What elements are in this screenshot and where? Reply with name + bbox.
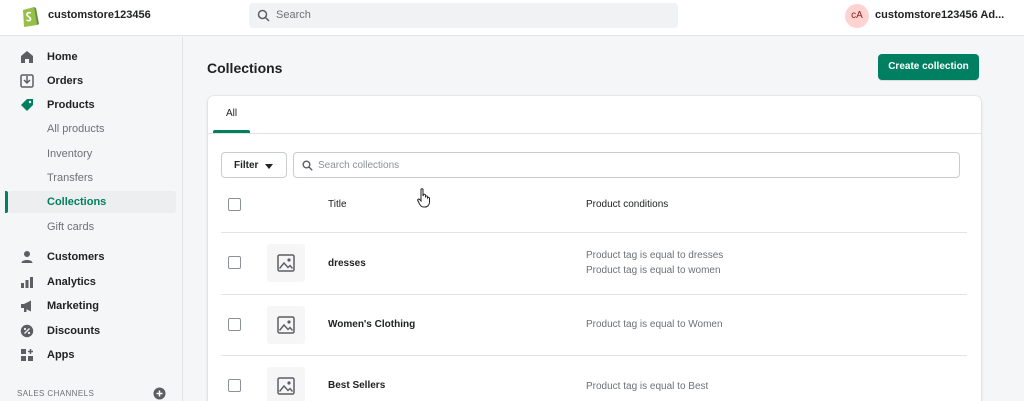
sidebar-item-label: All products bbox=[47, 123, 105, 135]
search-placeholder: Search bbox=[276, 9, 311, 21]
create-collection-button[interactable]: Create collection bbox=[878, 54, 979, 80]
row-divider bbox=[221, 355, 967, 356]
sidebar-item-collections[interactable]: Collections bbox=[8, 191, 176, 213]
sidebar-item-label: Transfers bbox=[47, 172, 94, 184]
sidebar-item-label: Apps bbox=[47, 349, 75, 361]
shopify-logo-icon[interactable] bbox=[20, 5, 40, 28]
sidebar-item-orders[interactable]: Orders bbox=[8, 70, 176, 92]
tab-all[interactable]: All bbox=[213, 96, 250, 133]
collection-title-link[interactable]: dresses bbox=[328, 258, 366, 269]
sidebar: Home Orders Products All products Invent… bbox=[0, 37, 183, 401]
sidebar-item-label: Customers bbox=[47, 251, 105, 263]
product-condition: Product tag is equal to women bbox=[586, 265, 721, 276]
search-icon bbox=[257, 9, 270, 22]
sidebar-item-label: Collections bbox=[47, 196, 107, 208]
row-divider bbox=[221, 294, 967, 295]
collection-title-link[interactable]: Best Sellers bbox=[328, 380, 385, 391]
product-condition: Product tag is equal to dresses bbox=[586, 250, 724, 261]
image-placeholder-icon bbox=[277, 254, 295, 272]
collection-title-link[interactable]: Women's Clothing bbox=[328, 319, 415, 330]
sidebar-item-label: Discounts bbox=[47, 325, 101, 337]
product-condition: Product tag is equal to Best bbox=[586, 381, 709, 392]
product-condition: Product tag is equal to Women bbox=[586, 319, 723, 330]
tag-icon bbox=[21, 99, 33, 111]
orders-icon bbox=[20, 74, 34, 88]
filter-label: Filter bbox=[234, 160, 259, 171]
home-icon bbox=[21, 51, 33, 63]
sidebar-item-all-products[interactable]: All products bbox=[8, 118, 176, 140]
collections-card: All Filter Title Product conditions dres… bbox=[208, 96, 981, 401]
page-title: Collections bbox=[207, 60, 283, 76]
apps-icon bbox=[21, 349, 33, 361]
add-sales-channel-icon[interactable] bbox=[153, 387, 166, 400]
row-checkbox[interactable] bbox=[228, 256, 241, 269]
search-icon bbox=[302, 160, 313, 171]
filter-button[interactable]: Filter bbox=[221, 152, 287, 178]
row-checkbox[interactable] bbox=[228, 318, 241, 331]
sidebar-item-inventory[interactable]: Inventory bbox=[8, 143, 176, 165]
sidebar-item-label: Gift cards bbox=[47, 221, 95, 233]
select-all-checkbox[interactable] bbox=[228, 198, 241, 211]
avatar[interactable]: cA bbox=[845, 4, 869, 28]
sidebar-item-discounts[interactable]: Discounts bbox=[8, 320, 176, 342]
bar-chart-icon bbox=[21, 277, 33, 288]
column-header-title[interactable]: Title bbox=[328, 199, 347, 210]
collection-thumbnail[interactable] bbox=[267, 244, 305, 282]
person-icon bbox=[21, 251, 33, 263]
discount-icon bbox=[20, 324, 34, 338]
collection-thumbnail[interactable] bbox=[267, 306, 305, 344]
sidebar-item-marketing[interactable]: Marketing bbox=[8, 295, 176, 317]
sidebar-item-gift-cards[interactable]: Gift cards bbox=[8, 216, 176, 238]
caret-down-icon bbox=[265, 164, 273, 169]
sidebar-item-label: Products bbox=[47, 99, 95, 111]
sidebar-item-label: Inventory bbox=[47, 148, 93, 160]
megaphone-icon bbox=[21, 300, 31, 312]
sidebar-item-label: Analytics bbox=[47, 276, 96, 288]
row-divider bbox=[221, 232, 967, 233]
sidebar-item-apps[interactable]: Apps bbox=[8, 344, 176, 366]
collection-thumbnail[interactable] bbox=[267, 367, 305, 401]
account-menu[interactable]: customstore123456 Ad... bbox=[875, 9, 1021, 21]
store-name[interactable]: customstore123456 bbox=[48, 9, 151, 21]
sidebar-item-products[interactable]: Products bbox=[8, 94, 176, 116]
column-header-conditions: Product conditions bbox=[586, 199, 669, 210]
row-checkbox[interactable] bbox=[228, 379, 241, 392]
tab-label: All bbox=[225, 108, 238, 119]
global-search[interactable]: Search bbox=[249, 3, 678, 28]
hand-cursor-icon bbox=[417, 188, 430, 208]
tabs-divider bbox=[208, 133, 981, 134]
sidebar-item-analytics[interactable]: Analytics bbox=[8, 271, 176, 293]
image-placeholder-icon bbox=[277, 377, 295, 395]
search-collections-input[interactable] bbox=[318, 157, 948, 174]
image-placeholder-icon bbox=[277, 316, 295, 334]
sidebar-item-label: Marketing bbox=[47, 300, 99, 312]
search-collections-field[interactable] bbox=[293, 152, 960, 178]
sidebar-item-home[interactable]: Home bbox=[8, 46, 176, 68]
sales-channels-heading: SALES CHANNELS bbox=[17, 389, 95, 398]
top-bar: customstore123456 Search cA customstore1… bbox=[0, 0, 1024, 36]
sidebar-item-label: Orders bbox=[47, 75, 84, 87]
sidebar-item-customers[interactable]: Customers bbox=[8, 246, 176, 268]
sidebar-item-label: Home bbox=[47, 51, 78, 63]
sidebar-item-transfers[interactable]: Transfers bbox=[8, 167, 176, 189]
